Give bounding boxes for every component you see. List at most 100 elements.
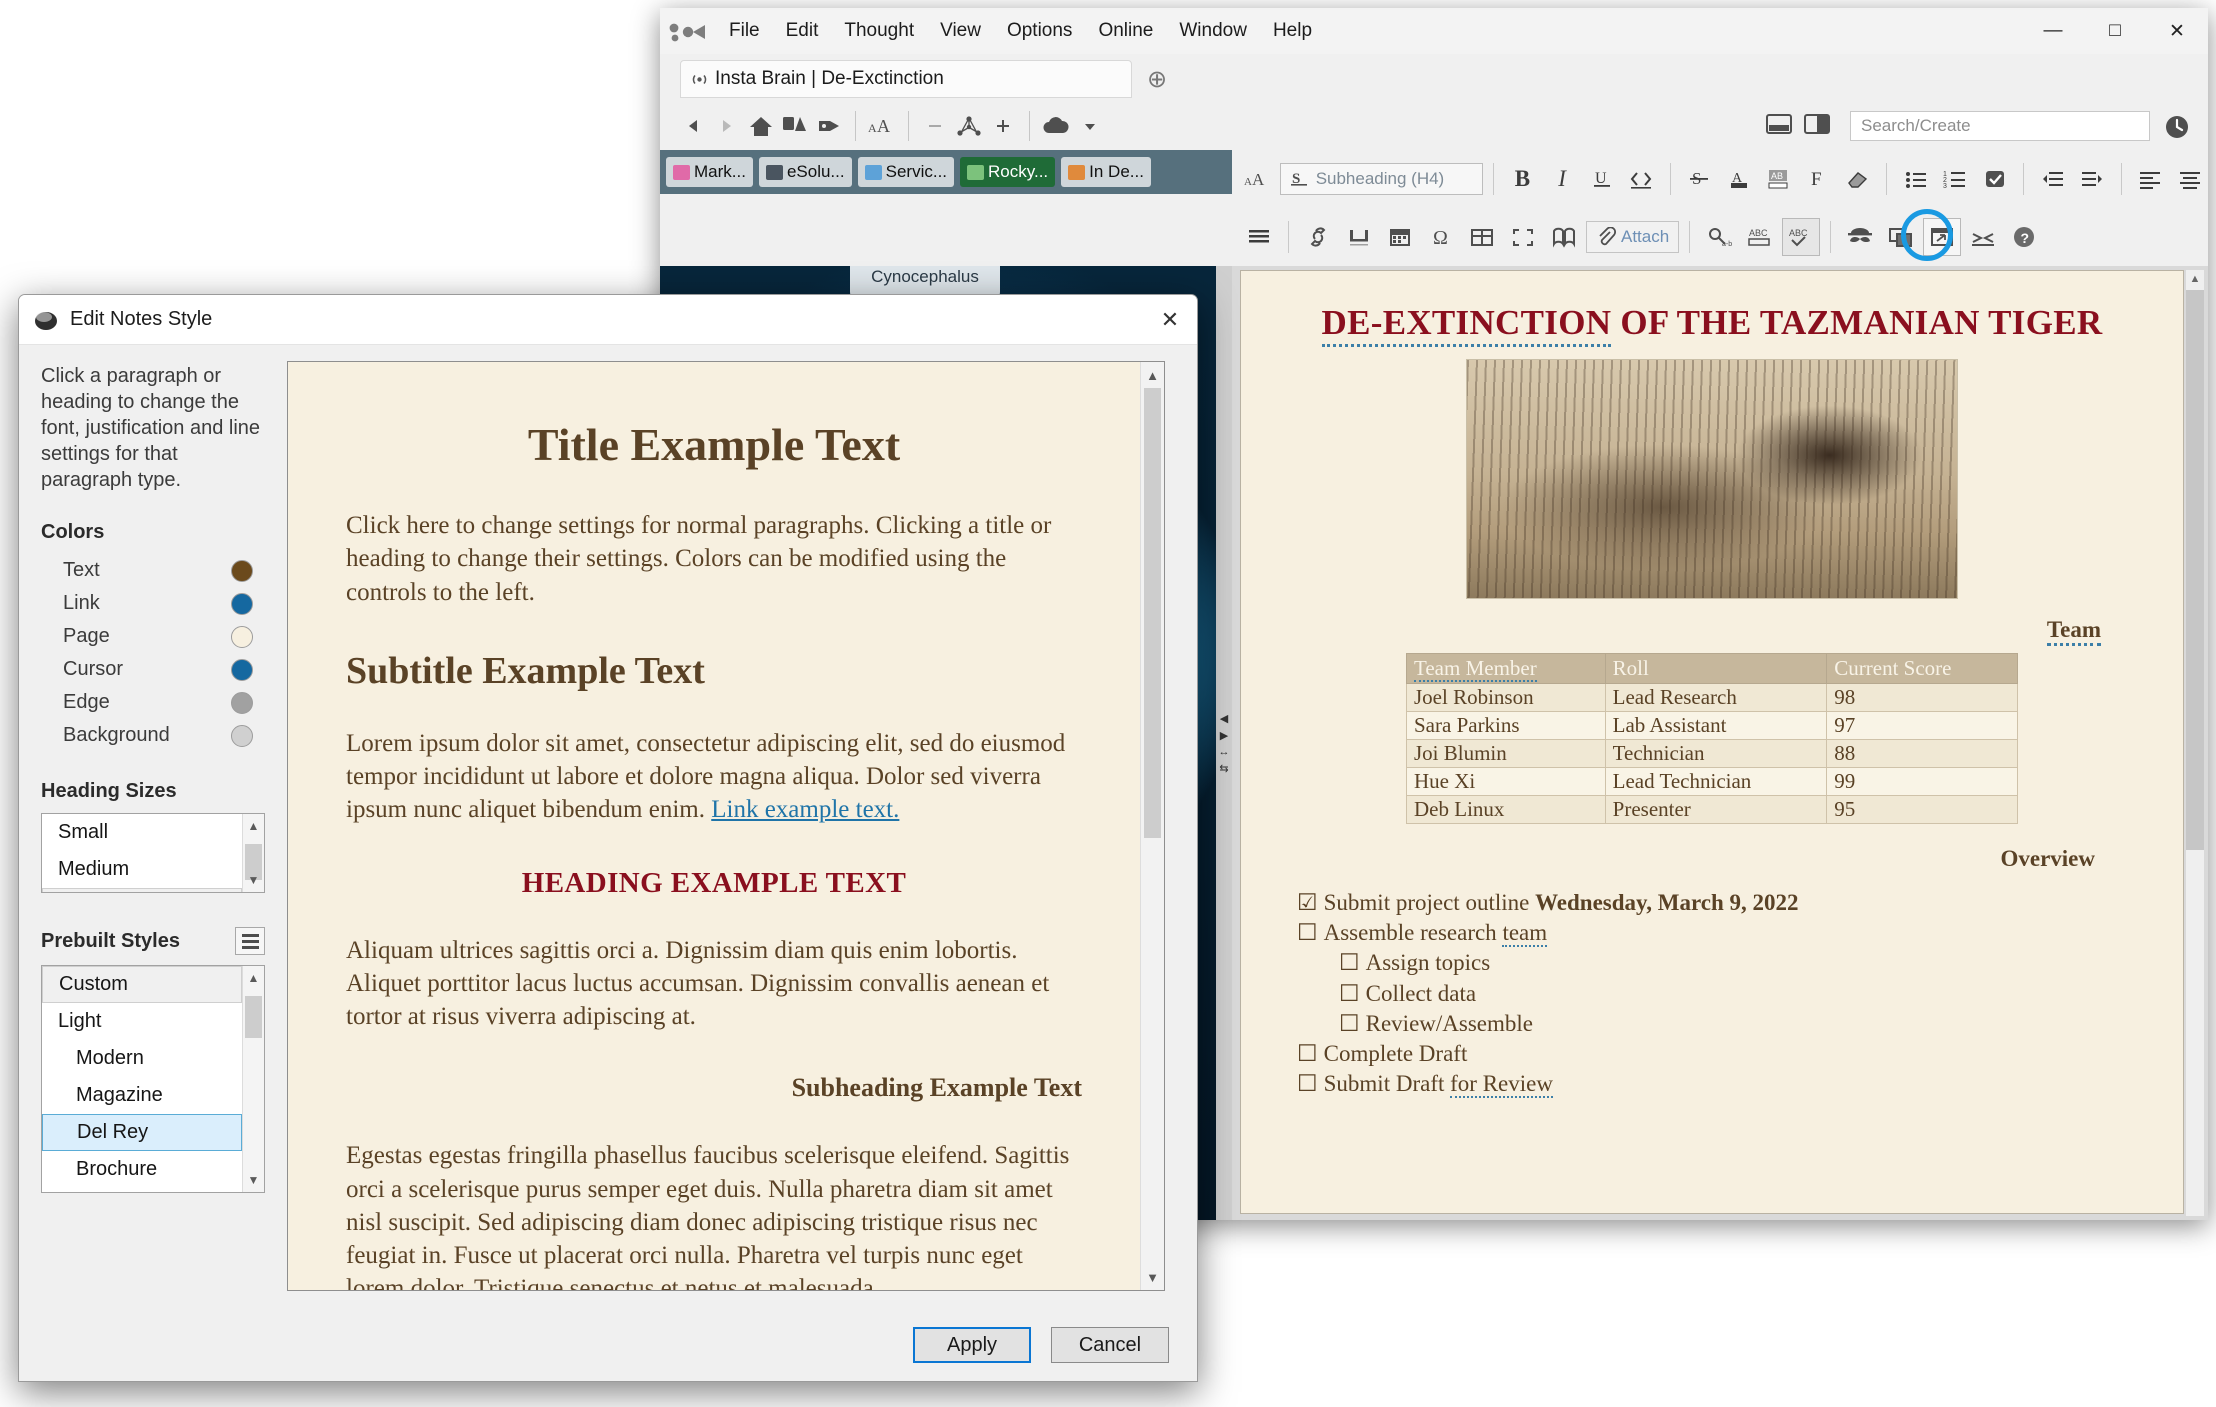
help-icon[interactable]: ? (2005, 218, 2043, 256)
preview-paragraph-2[interactable]: Lorem ipsum dolor sit amet, consectetur … (346, 727, 1082, 827)
preview-subtitle[interactable]: Subtitle Example Text (346, 649, 1082, 693)
menu-options[interactable]: Options (994, 16, 1085, 46)
scroll-down-icon[interactable]: ▼ (243, 868, 264, 892)
checklist-item[interactable]: ☐Submit Draft for Review (1297, 1069, 2127, 1099)
menu-online[interactable]: Online (1085, 16, 1166, 46)
cloud-dropdown-icon[interactable] (1073, 109, 1107, 143)
checkbox-unchecked-icon[interactable]: ☐ (1339, 981, 1360, 1007)
preview-heading[interactable]: HEADING EXAMPLE TEXT (346, 867, 1082, 900)
preview-paragraph-3[interactable]: Aliquam ultrices sagittis orci a. Dignis… (346, 934, 1082, 1034)
checklist-link[interactable]: for Review (1450, 1071, 1553, 1098)
notes-document[interactable]: DE-EXTINCTION OF THE TAZMANIAN TIGER Tea… (1240, 270, 2184, 1214)
scroll-up-icon[interactable]: ▲ (243, 814, 264, 838)
color-swatch-cursor[interactable] (231, 659, 253, 681)
prebuilt-styles-listbox[interactable]: Custom Light Modern Magazine Del Rey Bro… (41, 965, 265, 1193)
link-icon[interactable] (1299, 218, 1337, 256)
tag-icon[interactable] (812, 109, 846, 143)
prebuilt-style-light[interactable]: Light (42, 1003, 242, 1040)
menu-view[interactable]: View (927, 16, 994, 46)
prebuilt-style-brochure[interactable]: Brochure (42, 1151, 242, 1188)
prebuilt-style-del-rey[interactable]: Del Rey (42, 1114, 242, 1151)
apply-button[interactable]: Apply (913, 1327, 1031, 1363)
font-size-aa-icon[interactable]: AA (1240, 160, 1277, 198)
checklist-link[interactable]: team (1502, 920, 1547, 947)
horizontal-rule-icon[interactable] (1340, 218, 1378, 256)
dialog-close-button[interactable]: ✕ (1149, 299, 1191, 341)
duplicate-window-icon[interactable] (1882, 218, 1920, 256)
checkbox-unchecked-icon[interactable]: ☐ (1297, 1071, 1318, 1097)
menu-help[interactable]: Help (1260, 16, 1325, 46)
align-left-icon[interactable] (2132, 160, 2169, 198)
color-swatch-background[interactable] (231, 725, 253, 747)
notes-scroll-up-icon[interactable]: ▲ (2186, 270, 2204, 288)
preview-paragraph-4[interactable]: Egestas egestas fringilla phasellus fauc… (346, 1139, 1082, 1291)
color-row-cursor[interactable]: Cursor (41, 653, 265, 686)
color-row-background[interactable]: Background (41, 719, 265, 752)
color-row-edge[interactable]: Edge (41, 686, 265, 719)
prebuilt-style-deco[interactable]: Deco (42, 1188, 242, 1193)
paragraph-style-select[interactable]: S Subheading (H4) (1280, 163, 1483, 195)
anonymize-mustache-icon[interactable] (1841, 218, 1879, 256)
color-row-text[interactable]: Text (41, 554, 265, 587)
preview-subheading[interactable]: Subheading Example Text (346, 1073, 1082, 1103)
special-character-icon[interactable]: Ω (1422, 218, 1460, 256)
checklist-item[interactable]: ☐Assign topics (1297, 948, 2127, 978)
notes-scrollbar[interactable]: ▲ (2186, 270, 2204, 1216)
text-color-icon[interactable]: A (1720, 160, 1757, 198)
checklist-item[interactable]: ☐Collect data (1297, 979, 2127, 1009)
checkbox-checked-icon[interactable]: ☑ (1297, 890, 1318, 916)
heading-size-small[interactable]: Small (42, 814, 242, 851)
code-icon[interactable] (1623, 160, 1660, 198)
heading-size-large[interactable]: Large (42, 888, 242, 893)
preview-scroll-thumb[interactable] (1144, 388, 1161, 838)
menu-file[interactable]: File (716, 16, 773, 46)
back-icon[interactable] (676, 109, 710, 143)
prebuilt-styles-menu-icon[interactable] (235, 927, 265, 955)
font-family-icon[interactable]: F (1800, 160, 1837, 198)
preview-scroll-up-icon[interactable]: ▲ (1141, 362, 1164, 388)
zoom-out-icon[interactable] (918, 109, 952, 143)
checkbox-unchecked-icon[interactable]: ☐ (1297, 1041, 1318, 1067)
spellcheck-abc-icon[interactable]: ABC (1741, 218, 1779, 256)
font-size-icon[interactable]: AA (865, 109, 899, 143)
pin-shortcut-0[interactable]: Mark... (666, 157, 753, 187)
reading-view-icon[interactable] (1545, 218, 1583, 256)
color-swatch-text[interactable] (231, 560, 253, 582)
preview-title[interactable]: Title Example Text (346, 418, 1082, 471)
indent-icon[interactable] (2074, 160, 2111, 198)
color-row-page[interactable]: Page (41, 620, 265, 653)
numbered-list-icon[interactable]: 123 (1937, 160, 1974, 198)
checklist-item[interactable]: ☑Submit project outline Wednesday, March… (1297, 888, 2127, 918)
insert-table-icon[interactable] (1463, 218, 1501, 256)
checkbox-unchecked-icon[interactable]: ☐ (1339, 950, 1360, 976)
highlight-color-icon[interactable]: AB (1760, 160, 1797, 198)
heading-sizes-scrollbar[interactable]: ▲ ▼ (242, 814, 264, 892)
splitter-resize-icon[interactable]: ↔ (1219, 746, 1230, 758)
preview-link[interactable]: Link example text. (711, 796, 899, 823)
scroll-up-icon[interactable]: ▲ (243, 966, 264, 990)
search-create-box[interactable] (1850, 111, 2150, 141)
color-swatch-page[interactable] (231, 626, 253, 648)
popout-note-icon[interactable] (1923, 218, 1961, 256)
minimize-button[interactable]: — (2022, 8, 2084, 54)
checklist-item[interactable]: ☐Assemble research team (1297, 918, 2127, 948)
find-in-note-icon[interactable]: a-b (1700, 218, 1738, 256)
insert-date-icon[interactable] (1381, 218, 1419, 256)
align-center-icon[interactable] (2171, 160, 2208, 198)
color-swatch-link[interactable] (231, 593, 253, 615)
color-row-link[interactable]: Link (41, 587, 265, 620)
italic-icon[interactable]: I (1544, 160, 1581, 198)
menu-thought[interactable]: Thought (831, 16, 927, 46)
spellcheck-toggle-icon[interactable]: ABC (1782, 218, 1820, 256)
menu-edit[interactable]: Edit (773, 16, 832, 46)
layout-vertical-icon[interactable] (1804, 113, 1830, 135)
scroll-thumb[interactable] (245, 996, 262, 1038)
bulleted-list-icon[interactable] (1897, 160, 1934, 198)
zoom-in-icon[interactable] (986, 109, 1020, 143)
strikethrough-icon[interactable]: S (1681, 160, 1718, 198)
menu-window[interactable]: Window (1166, 16, 1260, 46)
team-label-text[interactable]: Team (2047, 617, 2101, 646)
maximize-button[interactable]: □ (2084, 8, 2146, 54)
new-tab-button[interactable]: ⊕ (1142, 64, 1172, 94)
color-swatch-edge[interactable] (231, 692, 253, 714)
